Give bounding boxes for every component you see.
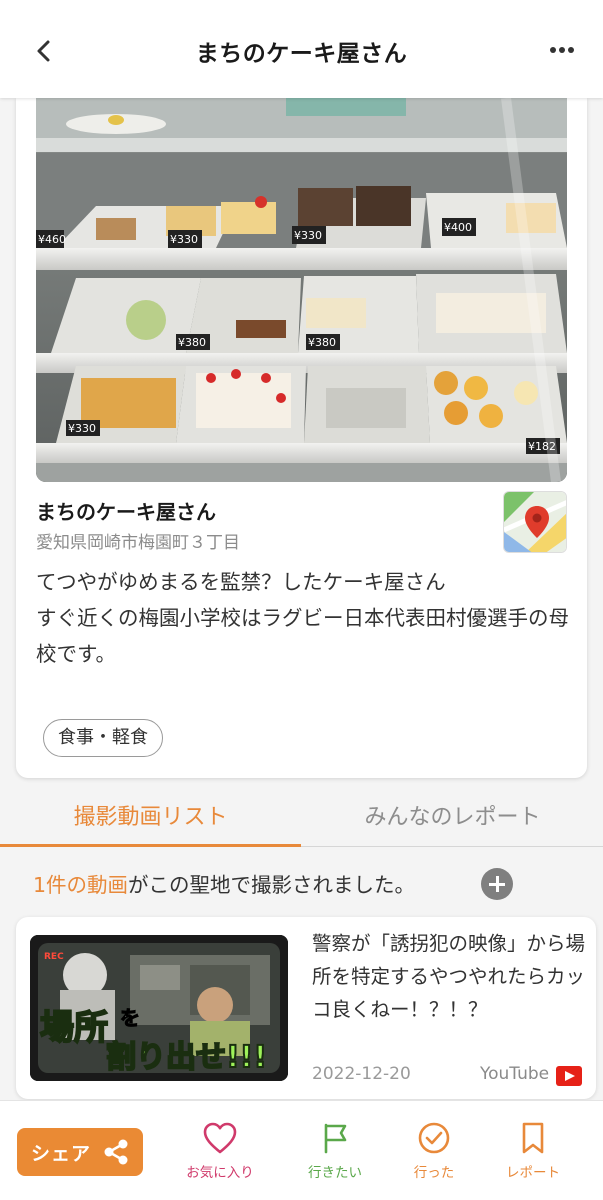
share-button[interactable]: シェア xyxy=(17,1128,143,1176)
app-header: まちのケーキ屋さん xyxy=(0,0,603,98)
spot-card: ¥460 ¥330 ¥330 ¥400 ¥380 ¥380 ¥330 ¥182 … xyxy=(16,98,587,778)
price-tag-7: ¥330 xyxy=(68,422,96,435)
went-button[interactable]: 行った xyxy=(389,1121,479,1181)
page-title: まちのケーキ屋さん xyxy=(195,41,408,67)
want-to-go-label: 行きたい xyxy=(308,1165,362,1181)
want-to-go-button[interactable]: 行きたい xyxy=(290,1121,380,1181)
share-icon xyxy=(101,1138,131,1166)
price-tag-5: ¥380 xyxy=(178,336,206,349)
thumb-text-find: 割り出せ!!! xyxy=(106,1040,267,1075)
share-button-label: シェア xyxy=(31,1143,92,1165)
check-circle-icon xyxy=(418,1122,450,1154)
map-pin-icon[interactable] xyxy=(503,491,567,553)
video-title: 警察が「誘拐犯の映像」から場所を特定するやつやれたらカッコ良くねー！？！？ xyxy=(312,932,586,1021)
add-video-button[interactable] xyxy=(481,868,513,900)
tab-bar: 撮影動画リスト みんなのレポート xyxy=(0,792,603,847)
bottom-action-bar: シェア お気に入り 行きたい 行った レポート xyxy=(0,1100,603,1200)
video-source-label: YouTube xyxy=(480,1064,550,1084)
video-card[interactable]: REC 場所 を 割り出せ!!! 警察が「誘拐犯の映像」から場所を特定するやつや… xyxy=(16,917,596,1099)
flag-icon xyxy=(324,1123,347,1154)
tab-video-list[interactable]: 撮影動画リスト xyxy=(0,792,301,847)
video-count-link[interactable]: 1件の動画 xyxy=(33,873,128,897)
thumb-text-place: 場所 xyxy=(40,1008,108,1048)
spot-address: 愛知県岡崎市梅園町３丁目 xyxy=(36,533,240,553)
bookmark-icon xyxy=(522,1122,544,1154)
more-options-icon[interactable] xyxy=(547,38,577,62)
spot-photo[interactable]: ¥460 ¥330 ¥330 ¥400 ¥380 ¥380 ¥330 ¥182 xyxy=(36,98,567,482)
video-count-suffix: がこの聖地で撮影されました。 xyxy=(128,873,416,897)
youtube-icon xyxy=(556,1066,582,1086)
price-tag-3: ¥330 xyxy=(294,229,322,242)
price-tag-6: ¥380 xyxy=(308,336,336,349)
report-label: レポート xyxy=(506,1165,560,1181)
spot-description: てつやがゆめまるを監禁？したケーキ屋さん すぐ近くの梅園小学校はラグビー日本代表… xyxy=(36,570,569,666)
price-tag-1: ¥460 xyxy=(38,233,66,246)
report-button[interactable]: レポート xyxy=(488,1121,578,1181)
video-count-text: 1件の動画がこの聖地で撮影されました。 xyxy=(33,868,415,898)
thumb-text-wo: を xyxy=(120,1006,140,1030)
favorite-label: お気に入り xyxy=(186,1165,254,1181)
video-date: 2022-12-20 xyxy=(312,1064,411,1084)
heart-icon xyxy=(203,1122,237,1154)
favorite-button[interactable]: お気に入り xyxy=(175,1121,265,1181)
price-tag-4: ¥400 xyxy=(444,221,472,234)
went-label: 行った xyxy=(413,1165,455,1181)
category-tag[interactable]: 食事・軽食 xyxy=(43,719,163,757)
thumb-rec-label: REC xyxy=(44,952,64,962)
price-tag-2: ¥330 xyxy=(170,233,198,246)
spot-name: まちのケーキ屋さん xyxy=(36,500,216,524)
video-thumbnail[interactable]: REC 場所 を 割り出せ!!! xyxy=(30,935,288,1081)
tab-reports[interactable]: みんなのレポート xyxy=(302,792,603,847)
